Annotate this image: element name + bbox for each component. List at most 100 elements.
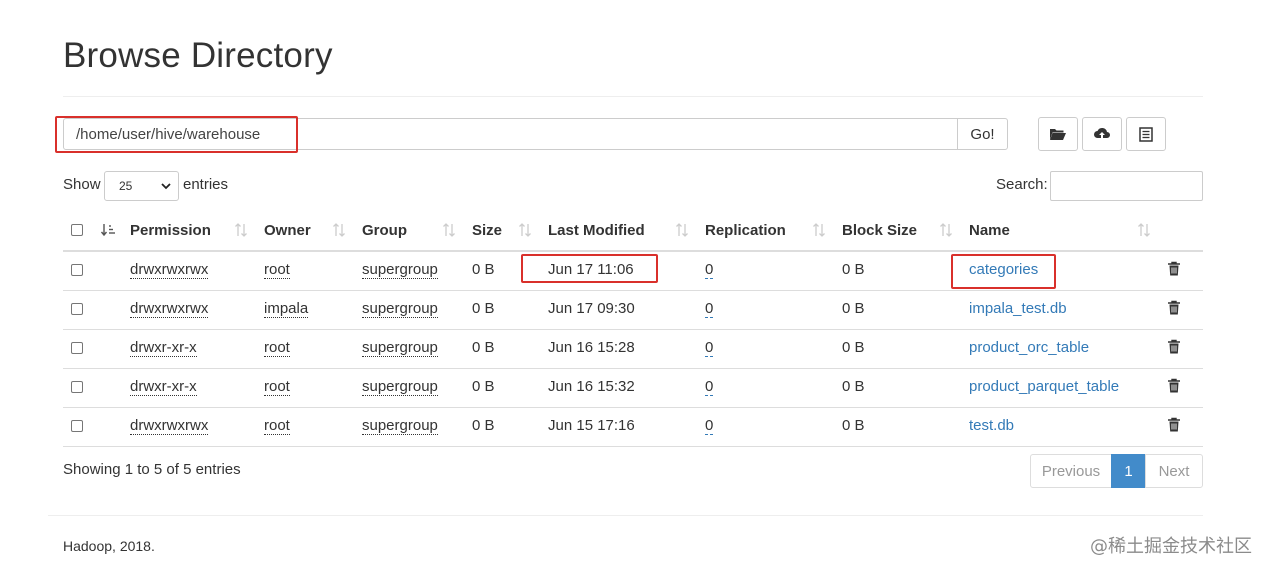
list-icon [1139, 126, 1153, 142]
block-size-value: 0 B [842, 261, 865, 278]
owner-value[interactable]: root [264, 378, 290, 396]
trash-icon[interactable] [1167, 261, 1181, 277]
sort-both-icon[interactable] [518, 222, 532, 238]
name-link[interactable]: test.db [969, 417, 1014, 434]
permission-cell[interactable]: drwxr-xr-x [130, 378, 197, 396]
permission-cell[interactable]: drwxr-xr-x [130, 339, 197, 357]
trash-icon[interactable] [1167, 417, 1181, 433]
group-value[interactable]: supergroup [362, 300, 438, 318]
permission-value[interactable]: drwxrwxrwx [130, 417, 209, 435]
create-folder-button[interactable] [1038, 117, 1078, 151]
column-header-block-size[interactable]: Block Size [842, 222, 917, 239]
list-view-button[interactable] [1126, 117, 1166, 151]
name-link[interactable]: product_orc_table [969, 339, 1089, 356]
permission-cell[interactable]: drwxrwxrwx [130, 417, 209, 435]
owner-cell[interactable]: root [264, 417, 290, 435]
modified-highlight-box [521, 254, 658, 283]
group-cell[interactable]: supergroup [362, 417, 438, 435]
chevron-down-icon [161, 183, 171, 190]
column-header-last-modified[interactable]: Last Modified [548, 222, 645, 239]
row-checkbox[interactable] [71, 342, 83, 354]
sort-both-icon[interactable] [812, 222, 826, 238]
column-header-size[interactable]: Size [472, 222, 502, 239]
owner-cell[interactable]: root [264, 339, 290, 357]
permission-value[interactable]: drwxr-xr-x [130, 378, 197, 396]
permission-value[interactable]: drwxrwxrwx [130, 300, 209, 318]
pagination-info: Showing 1 to 5 of 5 entries [63, 461, 241, 478]
permission-value[interactable]: drwxrwxrwx [130, 261, 209, 279]
watermark: @稀土掘金技术社区 [1090, 536, 1252, 557]
next-page-button[interactable]: Next [1145, 454, 1203, 488]
row-checkbox[interactable] [71, 381, 83, 393]
group-cell[interactable]: supergroup [362, 300, 438, 318]
folder-open-icon [1050, 129, 1066, 140]
group-cell[interactable]: supergroup [362, 378, 438, 396]
search-input[interactable] [1050, 171, 1203, 201]
upload-cloud-icon [1094, 127, 1110, 140]
page-size-select[interactable]: 25 [104, 171, 179, 201]
sort-both-icon[interactable] [442, 222, 456, 238]
row-checkbox[interactable] [71, 420, 83, 432]
sort-both-icon[interactable] [332, 222, 346, 238]
title-divider [63, 96, 1203, 97]
trash-icon[interactable] [1167, 378, 1181, 394]
owner-cell[interactable]: root [264, 378, 290, 396]
sort-both-icon[interactable] [234, 222, 248, 238]
group-value[interactable]: supergroup [362, 339, 438, 357]
select-all-checkbox[interactable] [71, 224, 83, 236]
group-value[interactable]: supergroup [362, 261, 438, 279]
block-size-value: 0 B [842, 378, 865, 395]
replication-cell[interactable]: 0 [705, 417, 714, 435]
size-value: 0 B [472, 300, 495, 317]
column-header-name[interactable]: Name [969, 222, 1010, 239]
permission-cell[interactable]: drwxrwxrwx [130, 261, 209, 279]
trash-icon[interactable] [1167, 339, 1181, 355]
row-divider [63, 290, 1203, 291]
page-title: Browse Directory [63, 36, 333, 75]
row-divider [63, 368, 1203, 369]
replication-value[interactable]: 0 [705, 261, 714, 279]
owner-value[interactable]: impala [264, 300, 309, 318]
group-value[interactable]: supergroup [362, 417, 438, 435]
trash-icon[interactable] [1167, 300, 1181, 316]
upload-button[interactable] [1082, 117, 1122, 151]
sort-both-icon[interactable] [939, 222, 953, 238]
column-header-group[interactable]: Group [362, 222, 407, 239]
size-value: 0 B [472, 378, 495, 395]
column-header-replication[interactable]: Replication [705, 222, 786, 239]
name-highlight-box [951, 254, 1056, 289]
owner-value[interactable]: root [264, 261, 290, 279]
replication-value[interactable]: 0 [705, 417, 714, 435]
permission-cell[interactable]: drwxrwxrwx [130, 300, 209, 318]
replication-cell[interactable]: 0 [705, 339, 714, 357]
owner-value[interactable]: root [264, 417, 290, 435]
name-link[interactable]: impala_test.db [969, 300, 1067, 317]
search-label: Search: [996, 176, 1048, 193]
replication-cell[interactable]: 0 [705, 378, 714, 396]
permission-value[interactable]: drwxr-xr-x [130, 339, 197, 357]
owner-cell[interactable]: root [264, 261, 290, 279]
replication-value[interactable]: 0 [705, 378, 714, 396]
replication-cell[interactable]: 0 [705, 300, 714, 318]
row-checkbox[interactable] [71, 303, 83, 315]
column-header-permission[interactable]: Permission [130, 222, 211, 239]
sort-both-icon[interactable] [1137, 222, 1151, 238]
replication-value[interactable]: 0 [705, 300, 714, 318]
row-checkbox[interactable] [71, 264, 83, 276]
sort-both-icon[interactable] [675, 222, 689, 238]
column-header-owner[interactable]: Owner [264, 222, 311, 239]
name-link[interactable]: product_parquet_table [969, 378, 1119, 395]
block-size-value: 0 B [842, 339, 865, 356]
size-value: 0 B [472, 417, 495, 434]
go-button[interactable]: Go! [957, 118, 1008, 150]
previous-page-button[interactable]: Previous [1030, 454, 1112, 488]
replication-cell[interactable]: 0 [705, 261, 714, 279]
group-cell[interactable]: supergroup [362, 339, 438, 357]
owner-cell[interactable]: impala [264, 300, 309, 318]
owner-value[interactable]: root [264, 339, 290, 357]
sort-asc-icon[interactable] [100, 222, 116, 238]
group-cell[interactable]: supergroup [362, 261, 438, 279]
replication-value[interactable]: 0 [705, 339, 714, 357]
page-1-button[interactable]: 1 [1111, 454, 1146, 488]
group-value[interactable]: supergroup [362, 378, 438, 396]
